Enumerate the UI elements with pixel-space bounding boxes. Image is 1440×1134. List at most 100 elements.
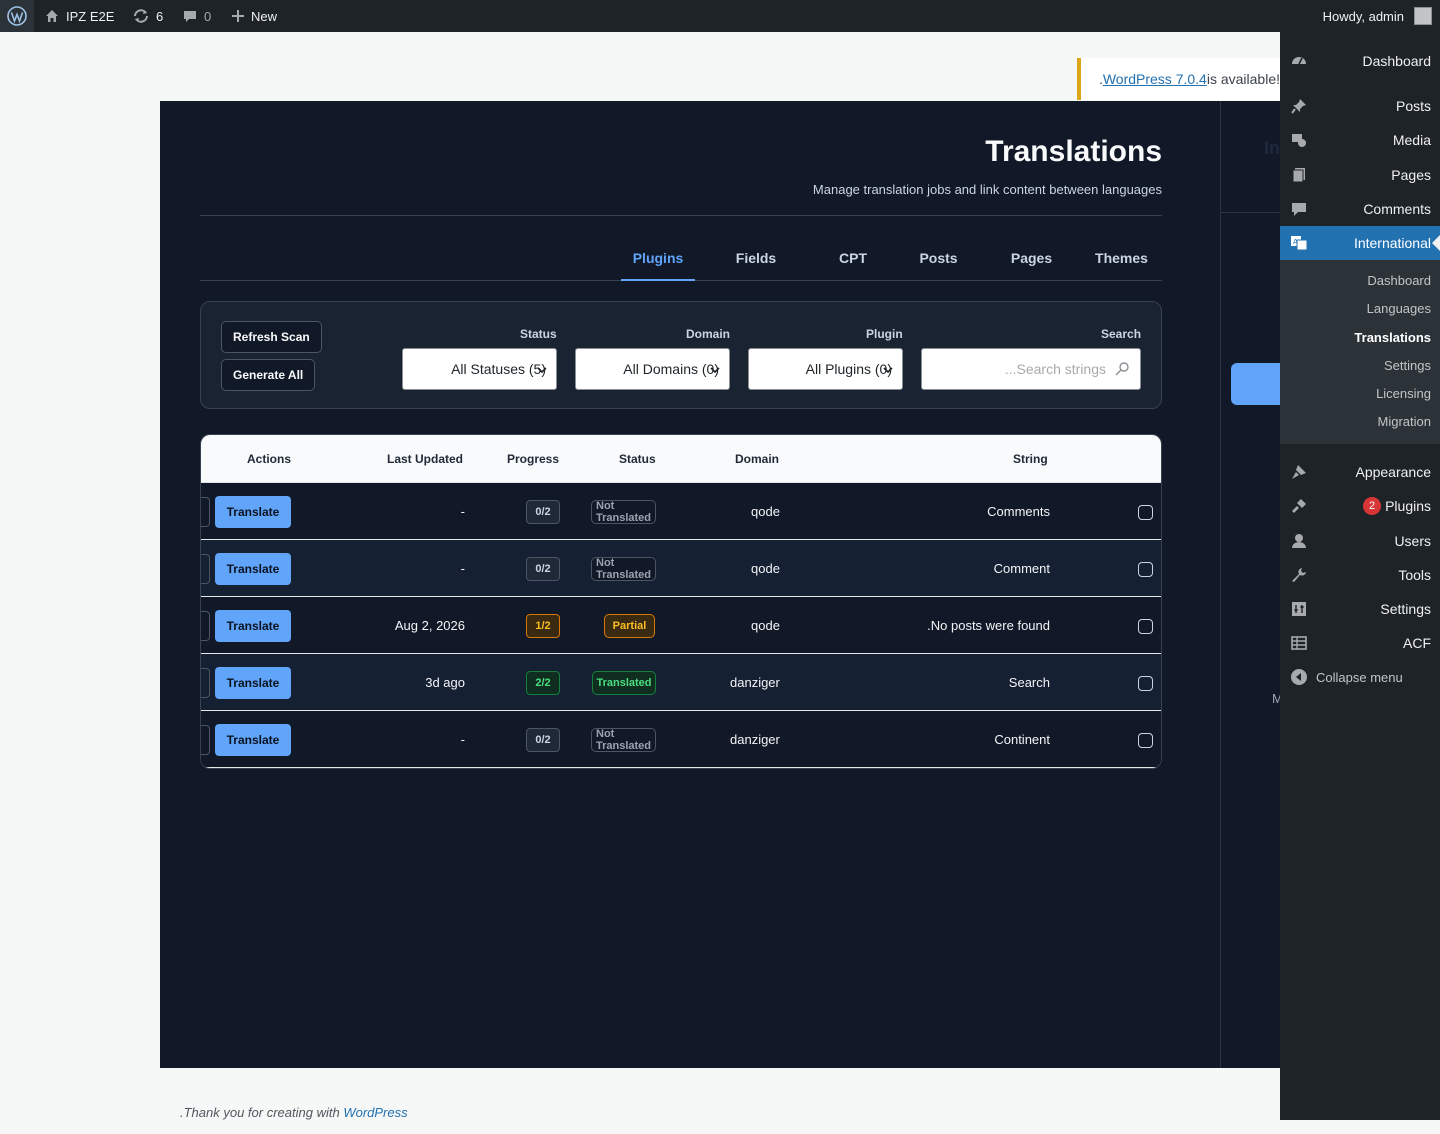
status-badge: Partial bbox=[604, 614, 655, 638]
col-actions: Actions bbox=[247, 452, 292, 466]
translate-button[interactable]: Translate bbox=[215, 496, 291, 528]
update-notice: . WordPress 7.0.4 is available! bbox=[1077, 58, 1280, 100]
menu-tools[interactable]: Tools bbox=[1280, 558, 1440, 592]
col-domain: Domain bbox=[735, 452, 780, 466]
col-status: Status bbox=[619, 452, 656, 466]
translations-panel: Translations Manage translation jobs and… bbox=[160, 101, 1280, 1068]
howdy-label: Howdy, admin bbox=[1322, 8, 1404, 24]
translate-icon: A bbox=[1290, 234, 1308, 252]
status-filter-label: Status bbox=[520, 327, 557, 341]
side-panel-button[interactable] bbox=[1231, 363, 1280, 405]
updates-link[interactable]: 6 bbox=[132, 0, 163, 32]
submenu-languages[interactable]: Languages bbox=[1367, 301, 1431, 316]
menu-label: Media bbox=[1392, 132, 1431, 148]
menu-label: Tools bbox=[1398, 567, 1431, 583]
new-label: New bbox=[251, 8, 278, 24]
menu-users[interactable]: Users bbox=[1280, 524, 1440, 558]
submenu-migration[interactable]: Migration bbox=[1378, 414, 1431, 429]
menu-posts[interactable]: Posts bbox=[1280, 89, 1440, 123]
refresh-scan-button[interactable]: Refresh Scan bbox=[221, 321, 322, 353]
comments-link[interactable]: 0 bbox=[182, 0, 211, 32]
international-submenu: Dashboard Languages Translations Setting… bbox=[1280, 260, 1440, 444]
menu-label: Dashboard bbox=[1362, 53, 1432, 69]
row-checkbox[interactable] bbox=[1138, 505, 1153, 520]
header-divider bbox=[200, 215, 1162, 216]
collapse-menu-button[interactable]: Collapse menu bbox=[1280, 660, 1440, 694]
updates-count: 6 bbox=[156, 8, 164, 24]
generate-all-button[interactable]: Generate All bbox=[221, 359, 316, 391]
wordpress-update-link[interactable]: WordPress 7.0.4 bbox=[1103, 71, 1207, 87]
my-account-link[interactable]: Howdy, admin bbox=[1323, 0, 1432, 32]
avatar bbox=[1414, 7, 1432, 25]
menu-label: Comments bbox=[1363, 201, 1431, 217]
status-select-value: All Statuses (5) bbox=[451, 361, 546, 377]
row-edge-handle bbox=[201, 554, 210, 584]
collapse-arrow-icon bbox=[1290, 668, 1308, 689]
menu-dashboard[interactable]: Dashboard bbox=[1280, 44, 1440, 78]
tab-plugins[interactable]: Plugins bbox=[621, 241, 695, 281]
plugin-select[interactable]: All Plugins (0) bbox=[748, 348, 903, 390]
submenu-dashboard[interactable]: Dashboard bbox=[1367, 273, 1431, 288]
site-name-link[interactable]: IPZ E2E bbox=[44, 0, 114, 32]
svg-text:A: A bbox=[1293, 238, 1298, 246]
menu-label: Posts bbox=[1395, 98, 1431, 114]
menu-acf[interactable]: ACF bbox=[1280, 626, 1440, 660]
progress-badge: 0/2 bbox=[526, 500, 560, 524]
settings-sliders-icon bbox=[1290, 600, 1308, 618]
wrench-icon bbox=[1290, 566, 1308, 584]
last-updated-cell: Aug 2, 2026 bbox=[394, 618, 465, 633]
search-input[interactable]: ...Search strings bbox=[921, 348, 1141, 390]
translate-button[interactable]: Translate bbox=[215, 610, 291, 642]
plugin-filter-label: Plugin bbox=[866, 327, 903, 341]
submenu-licensing[interactable]: Licensing bbox=[1376, 386, 1431, 401]
row-checkbox[interactable] bbox=[1138, 619, 1153, 634]
row-checkbox[interactable] bbox=[1138, 733, 1153, 748]
table-row: Translate Aug 2, 2026 1/2 Partial qode .… bbox=[201, 597, 1161, 654]
submenu-translations[interactable]: Translations bbox=[1354, 330, 1431, 345]
menu-pages[interactable]: Pages bbox=[1280, 158, 1440, 192]
menu-plugins[interactable]: 2 Plugins bbox=[1280, 489, 1440, 523]
paintbrush-icon bbox=[1290, 463, 1308, 481]
notice-suffix: is available! bbox=[1206, 71, 1280, 87]
translate-button[interactable]: Translate bbox=[215, 667, 291, 699]
updates-icon bbox=[132, 8, 150, 24]
status-select[interactable]: All Statuses (5) bbox=[402, 348, 557, 390]
row-checkbox[interactable] bbox=[1138, 562, 1153, 577]
menu-appearance[interactable]: Appearance bbox=[1280, 455, 1440, 489]
table-row: Translate - 0/2 Not Translated qode Comm… bbox=[201, 540, 1161, 597]
row-checkbox[interactable] bbox=[1138, 676, 1153, 691]
status-badge: Not Translated bbox=[591, 500, 656, 524]
status-badge: Translated bbox=[592, 671, 656, 695]
tab-cpt[interactable]: CPT bbox=[814, 241, 892, 281]
footer-wordpress-link[interactable]: WordPress bbox=[343, 1105, 407, 1120]
submenu-settings[interactable]: Settings bbox=[1384, 358, 1431, 373]
translate-button[interactable]: Translate bbox=[215, 724, 291, 756]
comments-icon bbox=[1290, 200, 1308, 218]
tab-fields[interactable]: Fields bbox=[714, 241, 798, 281]
tab-posts[interactable]: Posts bbox=[894, 241, 983, 281]
search-placeholder: ...Search strings bbox=[1004, 361, 1106, 377]
site-name-label: IPZ E2E bbox=[66, 8, 115, 24]
chevron-down-icon bbox=[709, 363, 721, 379]
menu-comments[interactable]: Comments bbox=[1280, 192, 1440, 226]
domain-select[interactable]: All Domains (0) bbox=[575, 348, 730, 390]
table-grid-icon bbox=[1290, 634, 1308, 652]
menu-media[interactable]: Media bbox=[1280, 123, 1440, 157]
chevron-down-icon bbox=[536, 363, 548, 379]
menu-label: International bbox=[1353, 235, 1431, 251]
progress-badge: 1/2 bbox=[526, 614, 560, 638]
translate-button[interactable]: Translate bbox=[215, 553, 291, 585]
new-content-link[interactable]: New bbox=[231, 0, 277, 32]
menu-label: Settings bbox=[1380, 601, 1431, 617]
tab-themes[interactable]: Themes bbox=[1081, 241, 1162, 281]
tab-pages[interactable]: Pages bbox=[987, 241, 1076, 281]
wordpress-logo-icon[interactable] bbox=[0, 0, 34, 32]
col-string: String bbox=[1013, 452, 1048, 466]
domain-filter-label: Domain bbox=[686, 327, 731, 341]
side-panel: In M bbox=[1220, 101, 1280, 1068]
comment-bubble-icon bbox=[182, 8, 198, 24]
menu-settings[interactable]: Settings bbox=[1280, 592, 1440, 626]
menu-international[interactable]: A International bbox=[1280, 226, 1440, 260]
domain-cell: qode bbox=[751, 618, 780, 633]
domain-cell: danziger bbox=[730, 675, 780, 690]
